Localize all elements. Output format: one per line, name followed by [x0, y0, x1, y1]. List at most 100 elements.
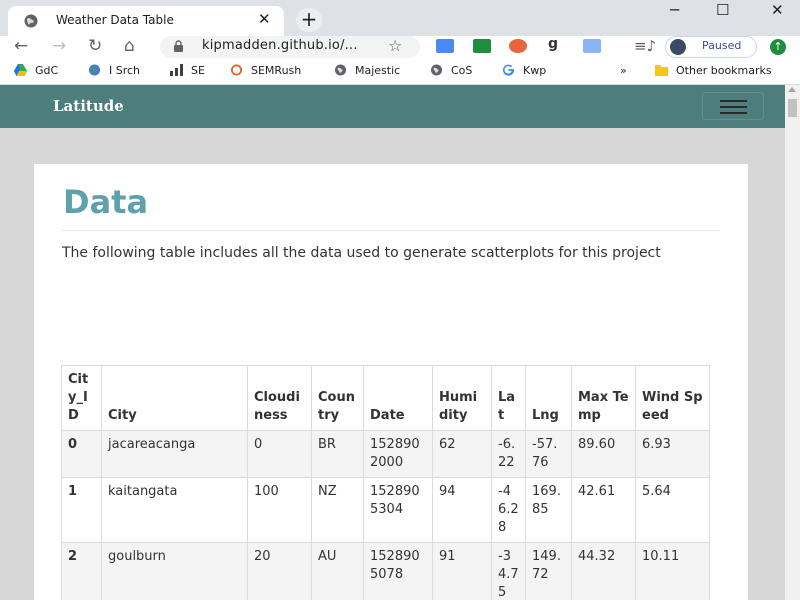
column-header: Date — [363, 365, 433, 431]
avatar — [670, 39, 686, 55]
semrush-icon — [230, 64, 243, 76]
table-cell: 1528905304 — [363, 477, 433, 543]
table-cell: 1528902000 — [363, 430, 433, 478]
google-icon — [502, 64, 515, 76]
column-header: Country — [311, 365, 364, 431]
content-card: Data The following table includes all th… — [34, 164, 748, 600]
table-cell: 62 — [432, 430, 492, 478]
table-cell: 0 — [247, 430, 312, 478]
table-cell: -34.75 — [491, 542, 526, 600]
table-cell: -46.28 — [491, 477, 526, 543]
table-cell: BR — [311, 430, 364, 478]
table-row: 1 kaitangata 100 NZ 1528905304 94 -46.28… — [61, 477, 710, 543]
bookmark-item[interactable]: SE — [170, 64, 205, 77]
address-bar[interactable]: kipmadden.github.io/... ☆ — [160, 36, 420, 58]
site-navbar: Latitude — [0, 85, 785, 128]
table-cell: 42.61 — [571, 477, 636, 543]
bookmark-item[interactable]: Kwp — [502, 64, 546, 77]
bookmark-item[interactable]: CoS — [430, 64, 472, 77]
drive-icon — [14, 64, 27, 76]
column-header: Humidity — [432, 365, 492, 431]
table-cell: 20 — [247, 542, 312, 600]
globe-icon — [334, 64, 347, 76]
browser-tab[interactable]: Weather Data Table ✕ — [8, 6, 284, 36]
extension-icon[interactable] — [473, 39, 491, 53]
divider — [62, 230, 720, 231]
table-cell: 149.72 — [525, 542, 572, 600]
table-cell: 10.11 — [635, 542, 710, 600]
table-cell: 169.85 — [525, 477, 572, 543]
url-text: kipmadden.github.io/... — [202, 38, 358, 53]
table-cell: 1 — [61, 477, 102, 543]
table-row: 0 jacareacanga 0 BR 1528902000 62 -6.22 … — [61, 430, 710, 478]
extension-icon[interactable] — [583, 39, 601, 53]
bookmark-item[interactable]: Majestic — [334, 64, 400, 77]
table-cell: NZ — [311, 477, 364, 543]
column-header: Max Temp — [571, 365, 636, 431]
update-icon[interactable]: ↑ — [770, 39, 786, 55]
table-cell: 89.60 — [571, 430, 636, 478]
page-scrollbar[interactable] — [785, 85, 800, 600]
table-cell: 1528905078 — [363, 542, 433, 600]
table-cell: 2 — [61, 542, 102, 600]
bookmark-item[interactable]: SEMRush — [230, 64, 301, 77]
table-header-row: City_ID City Cloudiness Country Date Hum… — [61, 365, 710, 431]
page-viewport: Latitude Data The following table includ… — [0, 85, 785, 600]
table-cell: 0 — [61, 430, 102, 478]
table-cell: 6.93 — [635, 430, 710, 478]
reload-icon[interactable]: ↻ — [88, 36, 102, 56]
page-title: Data — [63, 183, 149, 221]
table-cell: 44.32 — [571, 542, 636, 600]
column-header: Lat — [491, 365, 526, 431]
close-tab-icon[interactable]: ✕ — [258, 10, 271, 28]
table-cell: jacareacanga — [101, 430, 248, 478]
table-cell: goulburn — [101, 542, 248, 600]
globe-icon — [24, 14, 38, 28]
column-header: Lng — [525, 365, 572, 431]
scrollbar-thumb[interactable] — [788, 99, 797, 117]
maximize-icon[interactable]: ☐ — [716, 1, 729, 19]
table-cell: 5.64 — [635, 477, 710, 543]
minimize-icon[interactable]: ─ — [670, 1, 679, 19]
intro-text: The following table includes all the dat… — [62, 245, 661, 261]
column-header: Wind Speed — [635, 365, 710, 431]
browser-toolbar: ← → ↻ ⌂ kipmadden.github.io/... ☆ g ≡♪ P… — [0, 36, 800, 60]
column-header: City — [101, 365, 248, 431]
extension-icon[interactable] — [436, 39, 454, 53]
weather-data-table: City_ID City Cloudiness Country Date Hum… — [61, 365, 710, 600]
folder-icon — [655, 65, 668, 76]
scroll-up-icon[interactable] — [788, 87, 796, 92]
menu-toggle-button[interactable] — [702, 92, 764, 120]
tab-title: Weather Data Table — [56, 13, 174, 27]
bookmark-item[interactable]: I Srch — [88, 64, 140, 77]
column-header: Cloudiness — [247, 365, 312, 431]
table-cell: -57.76 — [525, 430, 572, 478]
window-close-icon[interactable]: ✕ — [771, 1, 784, 19]
table-cell: 94 — [432, 477, 492, 543]
bookmark-star-icon[interactable]: ☆ — [388, 36, 402, 55]
table-cell: 100 — [247, 477, 312, 543]
more-bookmarks-icon[interactable]: » — [620, 64, 627, 77]
column-header: City_ID — [61, 365, 102, 431]
profile-button[interactable]: Paused — [665, 36, 757, 58]
bar-chart-icon — [170, 64, 183, 76]
tab-strip: Weather Data Table ✕ + ─ ☐ ✕ — [0, 0, 800, 36]
globe-icon — [430, 64, 443, 76]
site-brand[interactable]: Latitude — [53, 97, 124, 115]
new-tab-button[interactable]: + — [296, 8, 322, 32]
home-icon[interactable]: ⌂ — [124, 36, 135, 56]
back-icon[interactable]: ← — [14, 36, 28, 56]
grammar-extension-icon[interactable]: g — [548, 36, 566, 52]
table-row: 2 goulburn 20 AU 1528905078 91 -34.75 14… — [61, 542, 710, 600]
globe-icon — [88, 64, 101, 76]
profile-status: Paused — [702, 39, 742, 52]
extension-icon[interactable] — [509, 39, 527, 53]
table-cell: kaitangata — [101, 477, 248, 543]
forward-icon[interactable]: → — [52, 36, 66, 56]
table-cell: -6.22 — [491, 430, 526, 478]
table-cell: AU — [311, 542, 364, 600]
media-control-icon[interactable]: ≡♪ — [634, 37, 656, 55]
bookmark-item[interactable]: GdC — [14, 64, 58, 77]
bookmarks-bar: GdC I Srch SE SEMRush Majestic CoS Kwp »… — [0, 60, 800, 85]
other-bookmarks[interactable]: Other bookmarks — [655, 64, 772, 77]
